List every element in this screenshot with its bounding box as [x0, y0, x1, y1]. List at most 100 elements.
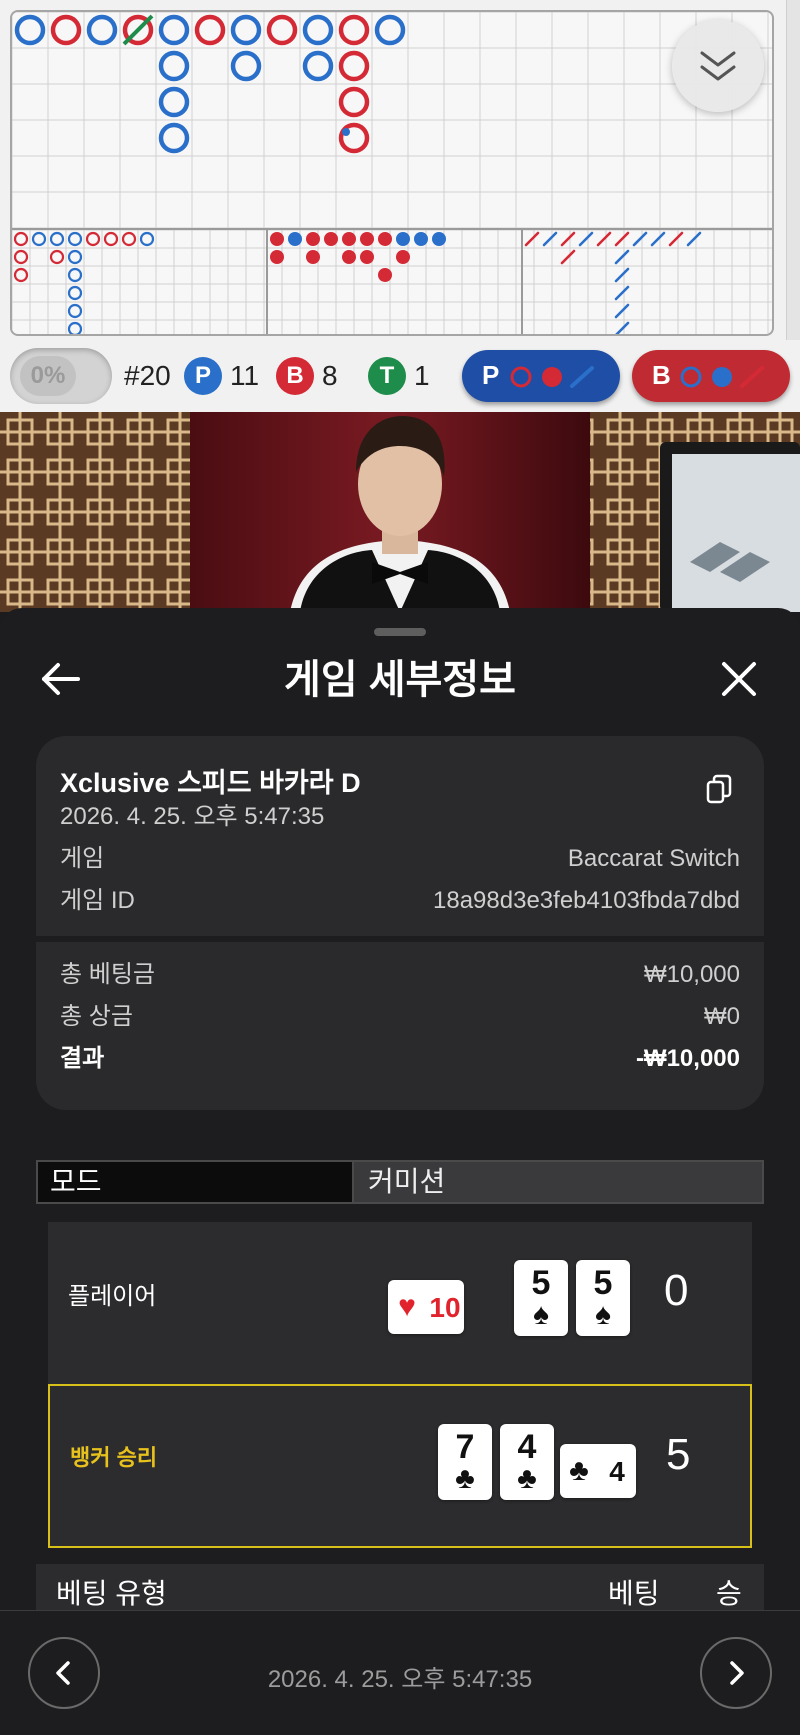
big-road-mark [86, 14, 118, 46]
banker-hand-name: 뱅커 승리 [70, 1445, 158, 1470]
close-icon [722, 662, 756, 696]
card-rank: 4 [517, 1428, 537, 1466]
banker-predict-button[interactable]: B [632, 350, 790, 402]
footer-nav: 2026. 4. 25. 오후 5:47:35 [0, 1610, 800, 1735]
big-road-mark [158, 86, 190, 118]
big-road-mark [338, 86, 370, 118]
game-name: Xclusive 스피드 바카라 D [60, 768, 361, 798]
big-eye-mark [31, 231, 47, 247]
bet-win-header: 승 [716, 1578, 742, 1609]
card-suit: ♣ [517, 1462, 537, 1495]
bet-table-header: 베팅 유형 베팅 승 [36, 1564, 764, 1616]
player-hand: 플레이어 10 ♥ 5 ♠ 5 ♠ 0 [48, 1222, 752, 1386]
big-road-mark [158, 122, 190, 154]
banker-count: 8 [322, 360, 338, 391]
big-eye-mark [121, 231, 137, 247]
cockroach-mark [560, 249, 576, 265]
cockroach-mark [596, 231, 612, 247]
small-road-mark [324, 232, 338, 246]
small-road-mark [396, 232, 410, 246]
big-road-mark [50, 14, 82, 46]
banker-predict-icons [680, 366, 764, 388]
card-rank: 10 [429, 1292, 461, 1323]
result-label: 결과 [60, 1045, 105, 1072]
cockroach-mark [650, 231, 666, 247]
copy-icon[interactable] [706, 774, 732, 804]
playing-card: 5 ♠ [514, 1260, 568, 1336]
card-rank: 4 [609, 1456, 625, 1487]
tab-commission[interactable]: 커미션 [356, 1162, 764, 1202]
small-road-mark [306, 232, 320, 246]
big-road-mark [374, 14, 406, 46]
small-road-mark [288, 232, 302, 246]
small-road-mark [270, 250, 284, 264]
small-road-mark [378, 268, 392, 282]
big-road-mark [302, 50, 334, 82]
big-road-mark [14, 14, 46, 46]
percent-toggle[interactable]: 0% [10, 348, 112, 404]
cockroach-mark [614, 285, 630, 301]
game-id-label: 게임 ID [60, 887, 135, 914]
percent-label: 0% [20, 356, 76, 396]
close-button[interactable] [716, 656, 762, 702]
big-eye-mark [139, 231, 155, 247]
bet-type-header: 베팅 유형 [56, 1578, 167, 1609]
total-win-label: 총 상금 [60, 1003, 133, 1030]
playing-card: 5 ♠ [576, 1260, 630, 1336]
road-grid [12, 12, 772, 334]
big-eye-mark [67, 285, 83, 301]
playing-card: 7 ♣ [438, 1424, 492, 1500]
chevron-right-icon [730, 1661, 744, 1685]
player-count: 11 [230, 360, 260, 391]
player-score: 0 [664, 1266, 689, 1315]
scoreboard: 0% #20 P 11 B 8 T 1 P B [0, 0, 800, 412]
big-road-mark [302, 14, 334, 46]
playing-card: 10 ♥ [388, 1280, 464, 1334]
cockroach-mark [686, 231, 702, 247]
mode-tabs: 모드 커미션 [36, 1160, 764, 1204]
big-eye-mark [13, 267, 29, 283]
game-summary-card: Xclusive 스피드 바카라 D 2026. 4. 25. 오후 5:47:… [36, 736, 764, 1110]
small-road-mark [432, 232, 446, 246]
big-road-mark [194, 14, 226, 46]
card-rank: 5 [593, 1264, 613, 1302]
cockroach-mark [578, 231, 594, 247]
player-predict-label: P [482, 360, 500, 390]
big-eye-mark [67, 303, 83, 319]
card-suit: ♣ [455, 1462, 475, 1495]
banker-ball: B [276, 357, 314, 395]
double-chevron-down-icon [700, 51, 736, 81]
small-road-mark [270, 232, 284, 246]
card-suit: ♣ [569, 1454, 589, 1487]
side-panel-edge [786, 0, 800, 340]
cockroach-mark [542, 231, 558, 247]
tie-count: 1 [414, 360, 430, 391]
small-road-mark [414, 232, 428, 246]
big-eye-mark [67, 321, 83, 334]
page-title: 게임 세부정보 [284, 658, 516, 702]
banker-hand: 뱅커 승리 7 ♣ 4 ♣ 4 ♣ 5 [48, 1384, 752, 1548]
cockroach-mark [668, 231, 684, 247]
collapse-roadmap-button[interactable] [672, 20, 764, 112]
player-predict-button[interactable]: P [462, 350, 620, 402]
big-road-mark [230, 50, 262, 82]
next-game-button[interactable] [700, 1637, 772, 1709]
small-road-mark [342, 250, 356, 264]
card-suit: ♠ [533, 1298, 549, 1331]
big-eye-mark [13, 249, 29, 265]
cockroach-mark [614, 231, 630, 247]
cockroach-mark [614, 249, 630, 265]
round-number: #20 [124, 360, 171, 391]
tab-mode[interactable]: 모드 [38, 1162, 354, 1202]
drag-handle[interactable] [374, 628, 426, 636]
cockroach-mark [615, 321, 630, 334]
card-divider [36, 936, 764, 942]
card-suit: ♥ [398, 1290, 416, 1323]
cockroach-mark [614, 303, 630, 319]
big-eye-mark [49, 249, 65, 265]
pair-mark [342, 128, 350, 136]
total-win-value: ₩0 [704, 1003, 740, 1030]
card-rank: 7 [455, 1428, 475, 1466]
total-bet-label: 총 베팅금 [60, 961, 155, 988]
big-eye-mark [13, 231, 29, 247]
